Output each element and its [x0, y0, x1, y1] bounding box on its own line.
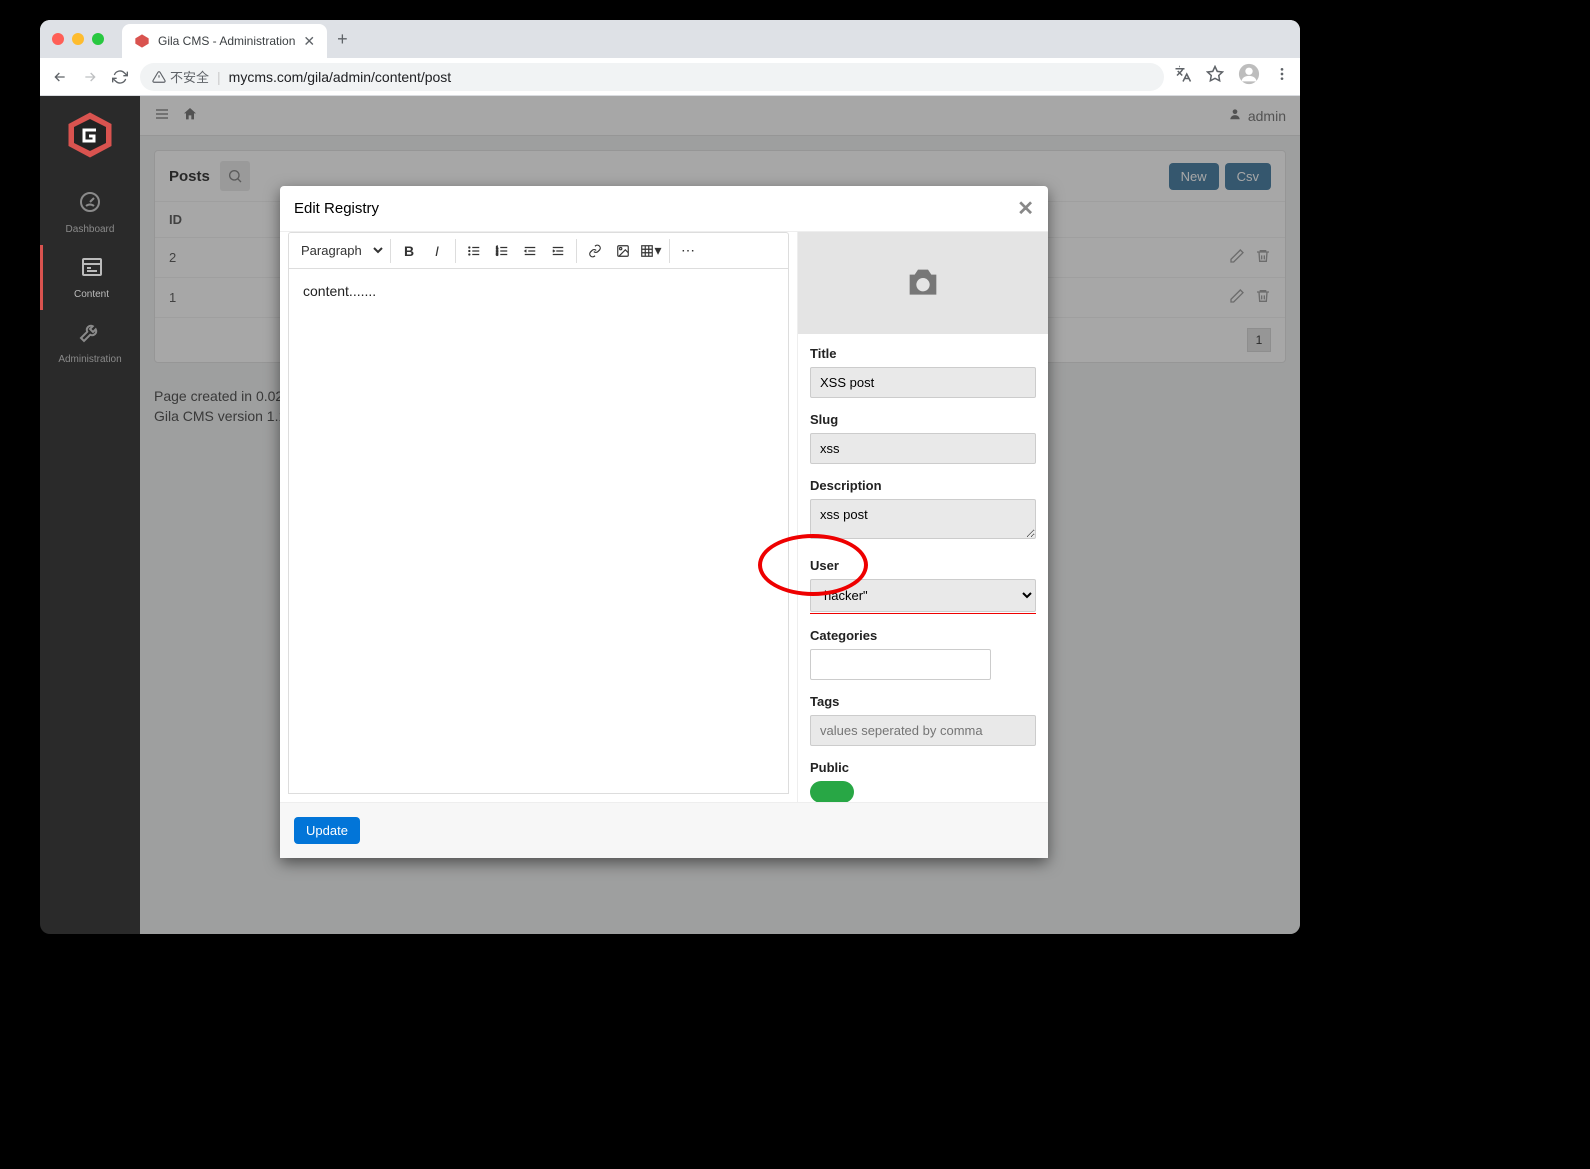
modal-title: Edit Registry [294, 200, 379, 217]
categories-input[interactable] [810, 649, 991, 680]
bold-icon[interactable]: B [395, 237, 423, 265]
new-tab-button[interactable]: + [337, 29, 348, 50]
slug-input[interactable] [810, 433, 1036, 464]
editor-toolbar: Paragraph B I 123 ▾ ⋯ [288, 232, 789, 268]
translate-icon[interactable] [1174, 65, 1192, 88]
description-label: Description [810, 478, 1036, 493]
favicon-icon [134, 33, 150, 49]
outdent-icon[interactable] [516, 237, 544, 265]
slug-label: Slug [810, 412, 1036, 427]
sidebar-label: Administration [58, 354, 121, 365]
svg-text:3: 3 [496, 252, 498, 256]
sidebar-item-content[interactable]: Content [40, 245, 140, 310]
window-close-icon[interactable] [52, 33, 64, 45]
bookmark-star-icon[interactable] [1206, 65, 1224, 88]
security-warning-icon: 不安全 [152, 67, 209, 86]
number-list-icon[interactable]: 123 [488, 237, 516, 265]
sidebar-item-administration[interactable]: Administration [40, 310, 140, 375]
reload-button[interactable] [110, 67, 130, 87]
security-warning-text: 不安全 [170, 67, 209, 86]
user-label: User [810, 558, 1036, 573]
profile-icon[interactable] [1238, 63, 1260, 90]
indent-icon[interactable] [544, 237, 572, 265]
tab-title: Gila CMS - Administration [158, 34, 295, 48]
url-bar[interactable]: 不安全 | mycms.com/gila/admin/content/post [140, 63, 1164, 91]
link-icon[interactable] [581, 237, 609, 265]
forward-button[interactable] [80, 67, 100, 87]
tab-bar: Gila CMS - Administration ✕ + [40, 20, 1300, 58]
url-text: mycms.com/gila/admin/content/post [229, 69, 452, 85]
image-icon[interactable] [609, 237, 637, 265]
sidebar: Dashboard Content Administration [40, 96, 140, 934]
window-minimize-icon[interactable] [72, 33, 84, 45]
update-button[interactable]: Update [294, 817, 360, 844]
table-icon[interactable]: ▾ [637, 237, 665, 265]
menu-dots-icon[interactable] [1274, 66, 1290, 87]
description-input[interactable]: xss post [810, 499, 1036, 539]
window-zoom-icon[interactable] [92, 33, 104, 45]
categories-label: Categories [810, 628, 1036, 643]
sidebar-label: Content [74, 289, 109, 300]
user-select[interactable]: hacker" [810, 579, 1036, 612]
back-button[interactable] [50, 67, 70, 87]
public-toggle[interactable] [810, 781, 854, 802]
image-placeholder[interactable] [798, 232, 1048, 334]
format-select[interactable]: Paragraph [289, 233, 386, 268]
public-label: Public [810, 760, 1036, 775]
logo-icon [65, 110, 115, 160]
title-label: Title [810, 346, 1036, 361]
italic-icon[interactable]: I [423, 237, 451, 265]
tab-close-icon[interactable]: ✕ [303, 33, 315, 50]
dashboard-icon [78, 190, 102, 220]
edit-registry-modal: Edit Registry ✕ Paragraph B I 123 [280, 186, 1048, 858]
tags-input[interactable] [810, 715, 1036, 746]
more-icon[interactable]: ⋯ [674, 237, 702, 265]
close-icon[interactable]: ✕ [1017, 196, 1034, 221]
sidebar-label: Dashboard [66, 224, 115, 235]
sidebar-item-dashboard[interactable]: Dashboard [40, 180, 140, 245]
bullet-list-icon[interactable] [460, 237, 488, 265]
title-input[interactable] [810, 367, 1036, 398]
tags-label: Tags [810, 694, 1036, 709]
browser-tab[interactable]: Gila CMS - Administration ✕ [122, 24, 327, 58]
wrench-icon [78, 320, 102, 350]
camera-icon [900, 263, 946, 303]
editor-content[interactable]: content....... [288, 268, 789, 794]
content-icon [80, 255, 104, 285]
